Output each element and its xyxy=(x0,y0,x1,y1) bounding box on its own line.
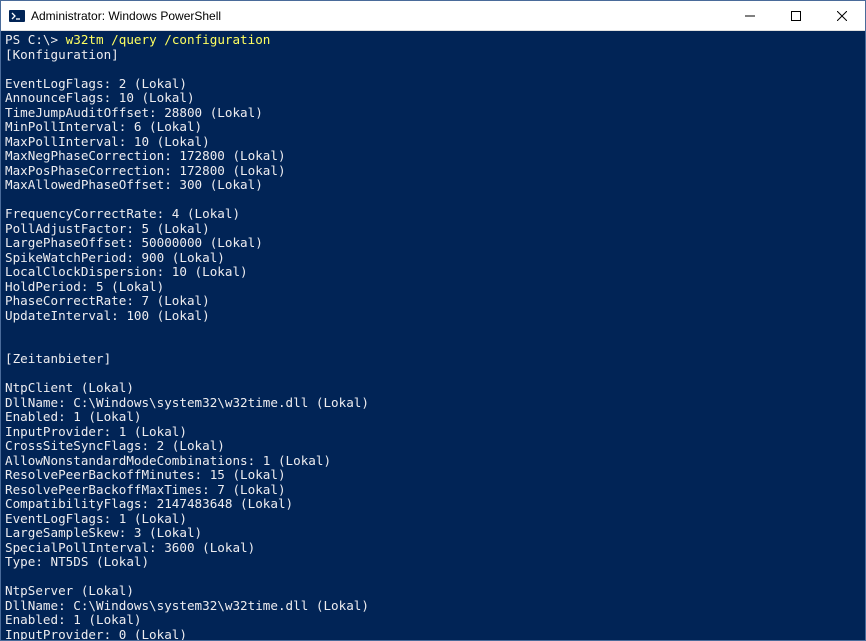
out-line: FrequencyCorrectRate: 4 (Lokal) xyxy=(5,206,240,221)
out-line: CrossSiteSyncFlags: 2 (Lokal) xyxy=(5,438,225,453)
close-button[interactable] xyxy=(819,1,865,30)
terminal-output[interactable]: PS C:\> w32tm /query /configuration [Kon… xyxy=(1,31,865,640)
out-line: NtpServer (Lokal) xyxy=(5,583,134,598)
maximize-button[interactable] xyxy=(773,1,819,30)
out-providers-header: [Zeitanbieter] xyxy=(5,351,111,366)
window-controls xyxy=(727,1,865,30)
out-line: SpikeWatchPeriod: 900 (Lokal) xyxy=(5,250,225,265)
out-line: LocalClockDispersion: 10 (Lokal) xyxy=(5,264,248,279)
powershell-icon xyxy=(9,8,25,24)
out-line: DllName: C:\Windows\system32\w32time.dll… xyxy=(5,395,369,410)
out-line: UpdateInterval: 100 (Lokal) xyxy=(5,308,210,323)
out-line: LargeSampleSkew: 3 (Lokal) xyxy=(5,525,202,540)
out-line: LargePhaseOffset: 50000000 (Lokal) xyxy=(5,235,263,250)
out-line: Enabled: 1 (Lokal) xyxy=(5,409,141,424)
out-line: NtpClient (Lokal) xyxy=(5,380,134,395)
out-line: SpecialPollInterval: 3600 (Lokal) xyxy=(5,540,255,555)
out-line: AllowNonstandardModeCombinations: 1 (Lok… xyxy=(5,453,331,468)
out-line: TimeJumpAuditOffset: 28800 (Lokal) xyxy=(5,105,263,120)
prompt: PS C:\> xyxy=(5,32,66,47)
out-line: Type: NT5DS (Lokal) xyxy=(5,554,149,569)
close-icon xyxy=(837,11,847,21)
out-line: AnnounceFlags: 10 (Lokal) xyxy=(5,90,195,105)
typed-command: w32tm /query /configuration xyxy=(66,32,271,47)
out-line: MinPollInterval: 6 (Lokal) xyxy=(5,119,202,134)
out-line: PhaseCorrectRate: 7 (Lokal) xyxy=(5,293,210,308)
out-line: MaxNegPhaseCorrection: 172800 (Lokal) xyxy=(5,148,286,163)
out-line: Enabled: 1 (Lokal) xyxy=(5,612,141,627)
out-line: EventLogFlags: 2 (Lokal) xyxy=(5,76,187,91)
out-line: ResolvePeerBackoffMaxTimes: 7 (Lokal) xyxy=(5,482,286,497)
minimize-icon xyxy=(745,11,755,21)
minimize-button[interactable] xyxy=(727,1,773,30)
out-line: MaxPollInterval: 10 (Lokal) xyxy=(5,134,210,149)
window-titlebar[interactable]: Administrator: Windows PowerShell xyxy=(1,1,865,31)
out-line: HoldPeriod: 5 (Lokal) xyxy=(5,279,164,294)
out-line: CompatibilityFlags: 2147483648 (Lokal) xyxy=(5,496,293,511)
out-line: PollAdjustFactor: 5 (Lokal) xyxy=(5,221,210,236)
out-line: MaxPosPhaseCorrection: 172800 (Lokal) xyxy=(5,163,286,178)
window-title: Administrator: Windows PowerShell xyxy=(31,9,727,23)
out-config-header: [Konfiguration] xyxy=(5,47,119,62)
maximize-icon xyxy=(791,11,801,21)
out-line: EventLogFlags: 1 (Lokal) xyxy=(5,511,187,526)
out-line: InputProvider: 1 (Lokal) xyxy=(5,424,187,439)
out-line: ResolvePeerBackoffMinutes: 15 (Lokal) xyxy=(5,467,286,482)
out-line: DllName: C:\Windows\system32\w32time.dll… xyxy=(5,598,369,613)
out-line: InputProvider: 0 (Lokal) xyxy=(5,627,187,641)
out-line: MaxAllowedPhaseOffset: 300 (Lokal) xyxy=(5,177,263,192)
